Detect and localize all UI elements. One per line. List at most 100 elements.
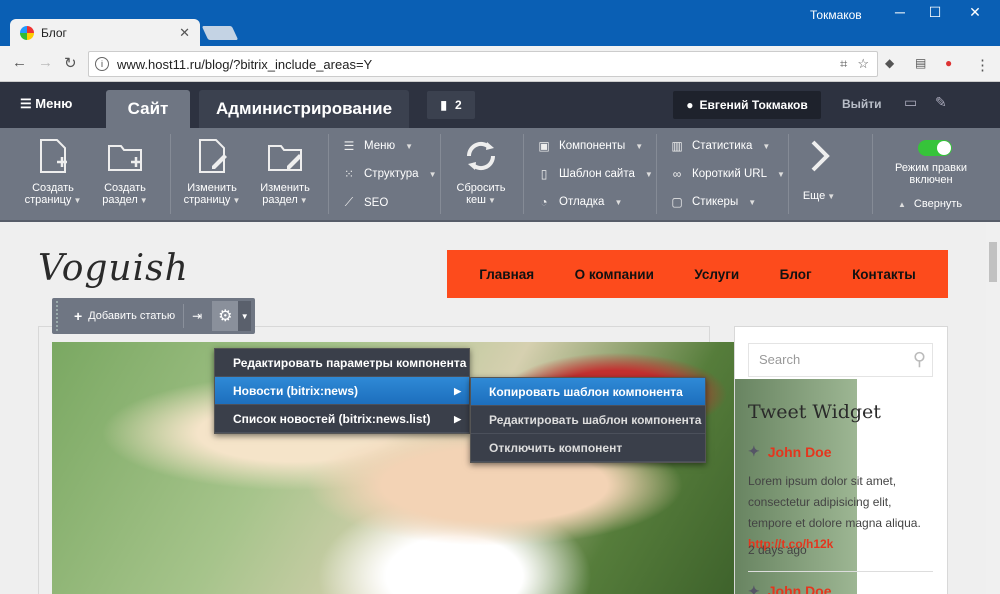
tweet-user-2[interactable]: ✦ John Doe	[748, 583, 832, 594]
browser-profile-name[interactable]: Токмаков	[810, 8, 862, 22]
refresh-icon	[466, 141, 496, 171]
short-url-button[interactable]: ∞ Короткий URL ▼	[670, 167, 785, 181]
page-scrollbar[interactable]	[986, 222, 1000, 594]
menu-item-news-list-label: Список новостей (bitrix:news.list)	[233, 412, 431, 426]
admin-panel-top: ☰ Меню Сайт Администрирование ▮ 2 ● Евге…	[0, 82, 1000, 128]
nav-item-blog[interactable]: Блог	[780, 267, 812, 282]
pin-area-icon[interactable]: ⇥	[192, 309, 202, 323]
more-button[interactable]: Еще ▼	[788, 136, 850, 203]
widget-title: Tweet Widget	[748, 401, 881, 423]
tab-close-icon[interactable]: ✕	[179, 25, 190, 41]
minimize-icon[interactable]: ─	[880, 4, 920, 20]
debug-label: Отладка	[559, 196, 605, 208]
nav-item-about[interactable]: О компании	[575, 267, 654, 282]
edit-mode-toggle[interactable]	[918, 140, 952, 156]
forward-icon[interactable]: →	[38, 54, 53, 71]
list-icon: ☰	[343, 139, 355, 153]
extension-icon[interactable]: ▤	[915, 56, 926, 70]
menu-item-disable-component[interactable]: Отключить компонент	[471, 434, 705, 462]
browser-tab[interactable]: Блог ✕	[10, 19, 200, 46]
reload-icon[interactable]: ↻	[64, 54, 77, 72]
window-close-icon[interactable]: ✕	[955, 4, 995, 21]
component-icon: ▣	[538, 139, 550, 153]
menu-item-edit-params[interactable]: Редактировать параметры компонента	[215, 349, 469, 377]
address-bar-row: ← → ↻ i www.host11.ru/blog/?bitrix_inclu…	[0, 46, 1000, 82]
more-label: Еще	[802, 190, 826, 202]
admin-menu-button[interactable]: ☰ Меню	[20, 96, 72, 112]
user-profile-button[interactable]: ● Евгений Токмаков	[673, 91, 821, 119]
component-submenu: Копировать шаблон компонента Редактирова…	[470, 377, 706, 463]
tab-administration[interactable]: Администрирование	[199, 90, 409, 128]
bookmark-star-icon[interactable]: ☆	[857, 56, 869, 72]
logout-link[interactable]: Выйти	[842, 97, 882, 111]
search-icon[interactable]: ⚲	[913, 349, 926, 370]
template-icon: ▯	[540, 167, 548, 181]
add-article-button[interactable]: + Добавить статью	[64, 308, 175, 324]
reset-cache-button[interactable]: Сбросить кеш ▼	[446, 136, 516, 207]
components-button[interactable]: ▣ Компоненты ▼	[537, 139, 643, 153]
adblock-extension-icon[interactable]: ●	[945, 56, 952, 70]
new-page-icon	[40, 139, 67, 173]
twitter-bird-icon: ✦	[748, 443, 760, 459]
notifications-button[interactable]: ▮ 2	[427, 91, 475, 119]
nav-item-contacts[interactable]: Контакты	[852, 267, 916, 282]
tweet-date: 2 days ago	[748, 543, 807, 557]
maximize-icon[interactable]: ☐	[915, 4, 955, 21]
menu-item-news[interactable]: Новости (bitrix:news) ▶	[215, 377, 469, 405]
menu-item-news-list[interactable]: Список новостей (bitrix:news.list) ▶	[215, 405, 469, 433]
user-name: Евгений Токмаков	[699, 98, 808, 112]
site-template-label: Шаблон сайта	[559, 168, 635, 180]
nav-item-home[interactable]: Главная	[479, 267, 534, 282]
site-template-button[interactable]: ▯ Шаблон сайта ▼	[537, 167, 653, 181]
create-section-label-1: Создать	[104, 182, 146, 194]
debug-button[interactable]: ◔ Отладка ▼	[537, 195, 622, 209]
menu-item-news-label: Новости (bitrix:news)	[233, 384, 358, 398]
statistics-button[interactable]: ▥ Статистика ▼	[670, 139, 770, 153]
gear-icon[interactable]: ⚙	[212, 301, 239, 331]
toolbar-divider	[656, 134, 657, 214]
browser-menu-icon[interactable]: ⋮	[975, 56, 990, 74]
new-tab-button[interactable]	[201, 26, 239, 40]
translate-icon[interactable]: ⌗	[840, 56, 847, 72]
structure-button[interactable]: ⁙ Структура ▼	[342, 167, 437, 181]
site-info-icon[interactable]: i	[95, 57, 109, 71]
screen-icon[interactable]: ▭	[904, 94, 917, 111]
pin-icon[interactable]: ✎	[935, 94, 947, 111]
menu-item-copy-template[interactable]: Копировать шаблон компонента	[471, 378, 705, 406]
back-icon[interactable]: ←	[12, 54, 27, 71]
edit-mode-label-1: Режим правки	[895, 162, 967, 174]
statistics-label: Статистика	[692, 140, 753, 152]
tab-site[interactable]: Сайт	[106, 90, 190, 128]
seo-button[interactable]: ⟋ SEO	[342, 195, 389, 210]
tweet-user[interactable]: ✦ John Doe	[748, 443, 832, 460]
chevron-down-icon[interactable]: ▼	[238, 301, 252, 331]
drag-handle[interactable]	[56, 301, 64, 331]
search-input[interactable]: Search ⚲	[748, 343, 933, 377]
toolbar-divider	[872, 134, 873, 214]
menu-item-copy-template-label: Копировать шаблон компонента	[489, 385, 683, 399]
tweet-divider	[748, 571, 933, 572]
edit-page-button[interactable]: Изменить страницу ▼	[177, 136, 247, 207]
reset-cache-label-2: кеш	[466, 194, 486, 206]
create-page-button[interactable]: Создать страницу ▼	[18, 136, 88, 207]
nav-item-services[interactable]: Услуги	[694, 267, 739, 282]
chevron-right-icon	[811, 140, 830, 172]
url-field[interactable]: i www.host11.ru/blog/?bitrix_include_are…	[88, 51, 878, 77]
edit-page-label-1: Изменить	[187, 182, 237, 194]
site-logo[interactable]: Voguish	[38, 248, 189, 289]
incognito-extension-icon[interactable]: ◆	[885, 56, 894, 70]
grid-icon: ⁙	[343, 167, 355, 181]
menu-button[interactable]: ☰ Меню ▼	[342, 139, 413, 153]
chart-icon: ⟋	[344, 195, 354, 209]
twitter-bird-icon: ✦	[748, 583, 760, 594]
link-icon: ∞	[672, 167, 682, 181]
collapse-button[interactable]: ▲ Свернуть	[896, 198, 962, 210]
scrollbar-thumb[interactable]	[989, 242, 997, 282]
stickers-button[interactable]: ▢ Стикеры ▼	[670, 195, 756, 209]
sticker-icon: ▢	[671, 195, 683, 209]
create-section-button[interactable]: Создать раздел ▼	[90, 136, 160, 207]
edit-section-label-2: раздел	[262, 194, 298, 206]
edit-section-button[interactable]: Изменить раздел ▼	[250, 136, 320, 207]
notification-icon: ▮	[440, 98, 447, 112]
menu-item-edit-template[interactable]: Редактировать шаблон компонента	[471, 406, 705, 434]
